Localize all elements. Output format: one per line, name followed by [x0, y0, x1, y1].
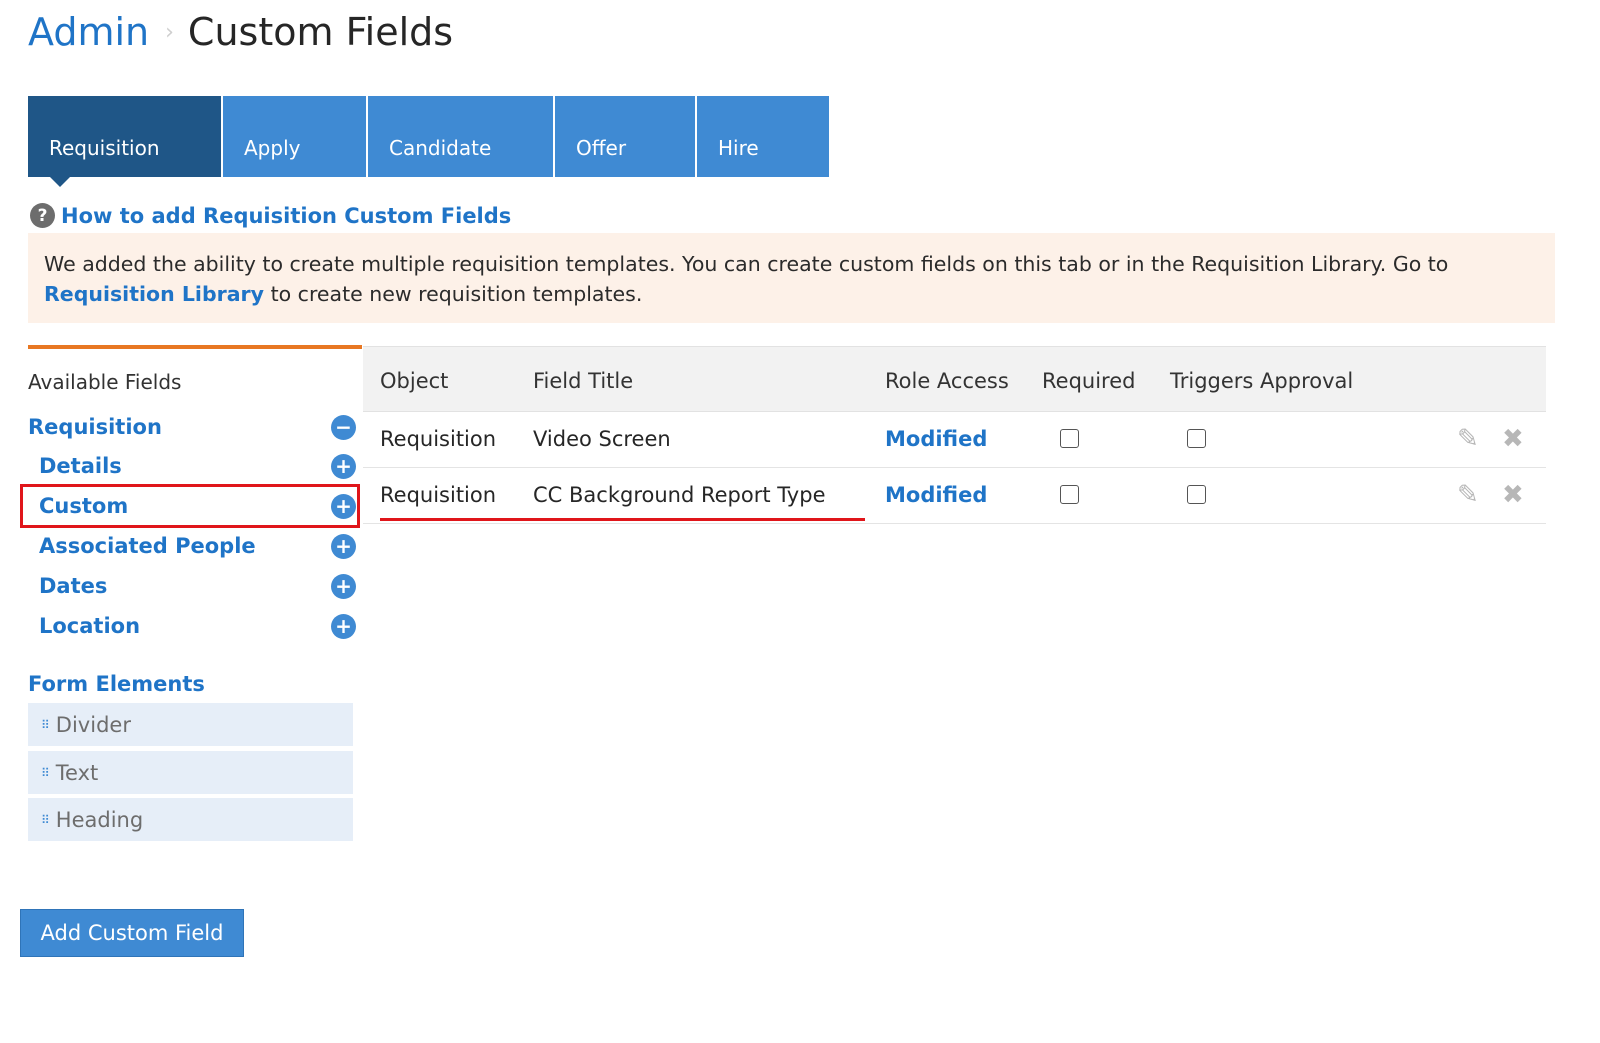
pencil-icon[interactable]: ✎: [1457, 480, 1479, 510]
form-element-label: Text: [55, 760, 99, 785]
annotation-underline: [380, 518, 865, 521]
cell-field-title: Video Screen: [533, 427, 671, 451]
breadcrumb-admin-link[interactable]: Admin: [28, 10, 149, 54]
form-element-divider[interactable]: ⠿ Divider: [28, 703, 353, 746]
tab-hire[interactable]: Hire: [697, 96, 829, 177]
minus-circle-icon[interactable]: −: [331, 414, 356, 440]
tab-apply[interactable]: Apply: [223, 96, 366, 177]
drag-handle-icon: ⠿: [41, 812, 50, 827]
column-header-required: Required: [1042, 369, 1136, 393]
plus-circle-icon[interactable]: +: [331, 453, 356, 479]
cell-object: Requisition: [380, 483, 497, 507]
custom-fields-table: Object Field Title Role Access Required …: [363, 346, 1546, 524]
role-access-link[interactable]: Modified: [885, 483, 987, 507]
add-custom-field-button[interactable]: Add Custom Field: [20, 909, 244, 957]
notice-text-after: to create new requisition templates.: [270, 282, 643, 306]
plus-circle-icon[interactable]: +: [331, 613, 356, 639]
available-fields-panel: Available Fields Requisition − Details +…: [28, 345, 362, 696]
tab-offer[interactable]: Offer: [555, 96, 695, 177]
required-checkbox[interactable]: [1060, 429, 1079, 448]
sidebar-item-associated-people[interactable]: Associated People +: [28, 529, 356, 563]
requisition-library-link[interactable]: Requisition Library: [44, 282, 264, 306]
role-access-link[interactable]: Modified: [885, 427, 987, 451]
sidebar-item-label: Dates: [39, 574, 108, 598]
sidebar-item-label: Associated People: [39, 534, 256, 558]
drag-handle-icon: ⠿: [41, 717, 50, 732]
form-element-text[interactable]: ⠿ Text: [28, 751, 353, 794]
table-header: Object Field Title Role Access Required …: [363, 346, 1546, 412]
annotation-highlight-box: [20, 484, 360, 528]
plus-circle-icon[interactable]: +: [331, 533, 356, 559]
close-icon[interactable]: ✖: [1502, 424, 1524, 454]
triggers-approval-checkbox[interactable]: [1187, 485, 1206, 504]
pencil-icon[interactable]: ✎: [1457, 424, 1479, 454]
notice-text: We added the ability to create multiple …: [44, 252, 1449, 276]
column-header-object: Object: [380, 369, 449, 393]
question-circle-icon: ?: [30, 203, 55, 228]
sidebar-group-label: Requisition: [28, 415, 162, 439]
column-header-field-title: Field Title: [533, 369, 634, 393]
sidebar-item-details[interactable]: Details +: [28, 449, 356, 483]
tab-bar: Requisition Apply Candidate Offer Hire: [28, 96, 829, 187]
sidebar-group-requisition[interactable]: Requisition −: [28, 410, 356, 444]
panel-accent-bar: [28, 345, 362, 349]
required-checkbox[interactable]: [1060, 485, 1079, 504]
form-element-heading[interactable]: ⠿ Heading: [28, 798, 353, 841]
available-fields-heading: Available Fields: [28, 370, 182, 394]
sidebar-item-dates[interactable]: Dates +: [28, 569, 356, 603]
help-link[interactable]: How to add Requisition Custom Fields: [61, 204, 511, 228]
table-row: Requisition CC Background Report Type Mo…: [363, 468, 1546, 524]
tab-candidate[interactable]: Candidate: [368, 96, 553, 177]
drag-handle-icon: ⠿: [41, 765, 50, 780]
close-icon[interactable]: ✖: [1502, 480, 1524, 510]
help-link-row: ? How to add Requisition Custom Fields: [30, 203, 511, 228]
triggers-approval-checkbox[interactable]: [1187, 429, 1206, 448]
cell-field-title: CC Background Report Type: [533, 483, 826, 507]
table-row: Requisition Video Screen Modified ✎ ✖: [363, 412, 1546, 468]
form-element-label: Divider: [55, 712, 131, 737]
page-title: Custom Fields: [187, 10, 454, 54]
notice-banner: We added the ability to create multiple …: [28, 233, 1555, 323]
breadcrumb: Admin › Custom Fields: [28, 10, 453, 54]
column-header-triggers-approval: Triggers Approval: [1170, 369, 1354, 393]
tab-requisition[interactable]: Requisition: [28, 96, 221, 187]
column-header-role-access: Role Access: [885, 369, 1009, 393]
plus-circle-icon[interactable]: +: [331, 573, 356, 599]
form-element-label: Heading: [55, 807, 144, 832]
form-elements-heading: Form Elements: [28, 672, 205, 696]
sidebar-item-location[interactable]: Location +: [28, 609, 356, 643]
sidebar-item-label: Location: [39, 614, 141, 638]
cell-object: Requisition: [380, 427, 497, 451]
breadcrumb-separator: ›: [165, 19, 174, 45]
sidebar-item-label: Details: [39, 454, 122, 478]
